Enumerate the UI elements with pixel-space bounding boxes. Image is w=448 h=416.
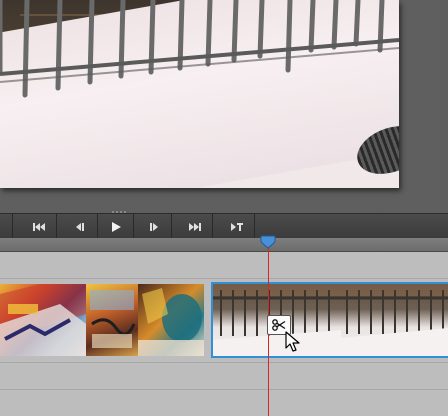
next-frame-button[interactable]	[137, 214, 172, 239]
video-thumbnail	[0, 284, 86, 356]
play-button[interactable]	[99, 214, 134, 239]
playhead-handle[interactable]	[260, 235, 276, 249]
transport-controls	[0, 213, 448, 239]
fence-snow-clip[interactable]	[211, 282, 448, 358]
play-icon	[112, 221, 121, 232]
go-to-end-button[interactable]	[178, 214, 213, 239]
video-thumbnail	[86, 284, 138, 356]
go-to-end-icon	[189, 222, 201, 231]
video-thumbnail	[341, 284, 448, 356]
audio-track-2[interactable]	[0, 390, 448, 416]
step-back-button[interactable]	[0, 214, 13, 239]
timeline-track-upper[interactable]	[0, 252, 448, 279]
timeline-ruler[interactable]	[0, 238, 448, 252]
mark-button[interactable]	[220, 214, 255, 239]
go-to-start-icon	[33, 222, 45, 231]
preview-fence	[0, 0, 399, 98]
previous-frame-icon	[76, 222, 84, 231]
video-thumbnail	[138, 284, 204, 356]
graffiti-clip[interactable]	[0, 284, 204, 356]
go-to-start-button[interactable]	[22, 214, 57, 239]
mark-icon	[231, 222, 243, 231]
audio-track-1[interactable]	[0, 363, 448, 390]
scissors-icon	[272, 319, 286, 331]
preview-panel	[0, 0, 448, 209]
next-frame-icon	[150, 222, 158, 231]
video-preview-frame[interactable]	[0, 0, 399, 188]
arrow-cursor-icon	[285, 331, 300, 352]
previous-frame-button[interactable]	[63, 214, 98, 239]
